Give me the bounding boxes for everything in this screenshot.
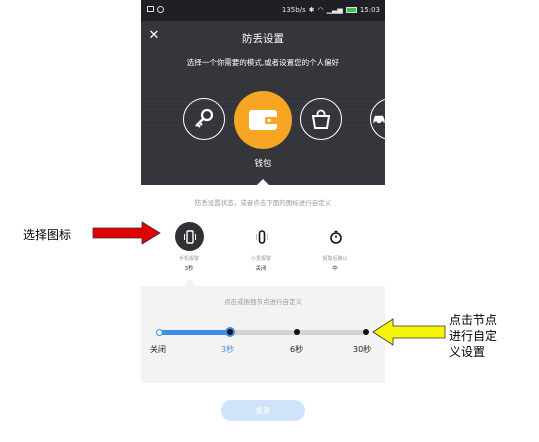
phone-vibrate-icon[interactable] — [175, 222, 204, 251]
slider-tick-label: 30秒 — [353, 345, 372, 354]
tag-vibrate-icon[interactable] — [247, 222, 276, 251]
selection-pointer — [184, 279, 196, 286]
battery-icon — [345, 7, 357, 13]
option-title: 手机报警 — [178, 256, 199, 262]
slider-node[interactable] — [156, 329, 163, 336]
option-title: 报警后确认 — [322, 256, 348, 262]
status-right: 135b/s ✱ ◠ ▁▃▅ 15:03 — [282, 6, 380, 14]
annotation-select-icon: 选择图标 — [23, 228, 72, 242]
annotation-line: 义设置 — [449, 345, 486, 359]
slider-tick-label: 关闭 — [150, 345, 166, 354]
slider-panel: 点击或拖拽节点进行自定义 关闭 3秒 6秒 30秒 — [141, 286, 385, 383]
clock: 15:03 — [359, 6, 380, 14]
alarm-hint: 防丢设置状态，或者点击下面的图标进行自定义 — [194, 199, 332, 207]
slider-tick-label: 6秒 — [290, 345, 304, 354]
red-arrow — [92, 221, 161, 245]
slider-node-selected[interactable] — [225, 327, 235, 337]
annotation-set-node: 点击节点 进行自定 义设置 — [449, 312, 497, 360]
wallet-icon[interactable] — [234, 91, 292, 149]
option-value: 3秒 — [184, 266, 194, 272]
page-subtitle: 选择一个你需要的模式,或者设置您的个人偏好 — [186, 58, 340, 67]
slider-node[interactable] — [363, 329, 369, 335]
signal-icon: ▁▃▅ — [326, 6, 343, 14]
bluetooth-icon: ✱ — [308, 6, 315, 14]
phone-screen: 135b/s ✱ ◠ ▁▃▅ 15:03 ✕ 防丢设置 选择一个你需要的模式,或… — [141, 0, 385, 383]
option-value: 中 — [332, 266, 338, 272]
annotation-line: 点击节点 — [449, 313, 498, 327]
annotation-line: 进行自定 — [449, 329, 498, 343]
option-value: 关闭 — [255, 266, 267, 272]
status-left-icons — [147, 6, 164, 13]
mode-header: ✕ 防丢设置 选择一个你需要的模式,或者设置您的个人偏好 钱包 — [141, 21, 385, 185]
reset-button[interactable]: 重置 — [221, 400, 305, 421]
gallery-icon — [147, 6, 154, 12]
slider-hint: 点击或拖拽节点进行自定义 — [224, 298, 302, 306]
status-bar: 135b/s ✱ ◠ ▁▃▅ 15:03 — [141, 0, 385, 21]
wifi-icon: ◠ — [317, 6, 324, 14]
option-title: 小觅报警 — [250, 256, 271, 262]
yellow-arrow — [372, 318, 446, 346]
slider-tick-label: 3秒 — [221, 345, 235, 354]
sync-icon — [157, 6, 164, 13]
alarm-settings-panel: 防丢设置状态，或者点击下面的图标进行自定义 手机报警 3秒 小觅报警 关闭 报警… — [141, 185, 385, 286]
car-icon[interactable] — [370, 98, 385, 140]
page-title: 防丢设置 — [242, 33, 284, 45]
slider-node[interactable] — [294, 329, 300, 335]
slider-fill — [160, 330, 230, 335]
stopwatch-icon[interactable] — [321, 222, 350, 251]
key-icon[interactable] — [183, 98, 225, 140]
selected-mode-label: 钱包 — [254, 159, 272, 169]
net-speed: 135b/s — [281, 6, 306, 14]
bag-icon[interactable] — [300, 98, 342, 140]
